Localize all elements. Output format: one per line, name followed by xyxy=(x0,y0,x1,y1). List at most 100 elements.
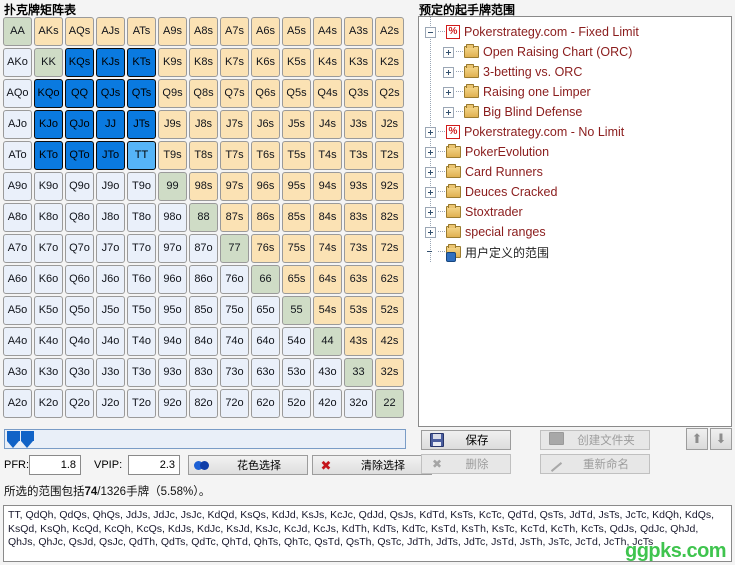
hand-cell-q9o[interactable]: Q9o xyxy=(65,172,94,201)
hand-cell-85o[interactable]: 85o xyxy=(189,296,218,325)
hand-cell-aa[interactable]: AA xyxy=(3,17,32,46)
hand-cell-63s[interactable]: 63s xyxy=(344,265,373,294)
tree-item-8[interactable]: Deuces Cracked xyxy=(425,182,731,202)
hand-cell-76o[interactable]: 76o xyxy=(220,265,249,294)
hand-cell-j7o[interactable]: J7o xyxy=(96,234,125,263)
hand-cell-j7s[interactable]: J7s xyxy=(220,110,249,139)
tree-item-6[interactable]: PokerEvolution xyxy=(425,142,731,162)
hand-cell-t4o[interactable]: T4o xyxy=(127,327,156,356)
hand-cell-52s[interactable]: 52s xyxy=(375,296,404,325)
hand-cell-82o[interactable]: 82o xyxy=(189,389,218,418)
tree-item-11[interactable]: 用户定义的范围 xyxy=(425,242,731,262)
hand-cell-88[interactable]: 88 xyxy=(189,203,218,232)
hand-cell-a9o[interactable]: A9o xyxy=(3,172,32,201)
hand-cell-83s[interactable]: 83s xyxy=(344,203,373,232)
hand-cell-j2o[interactable]: J2o xyxy=(96,389,125,418)
hand-cell-54o[interactable]: 54o xyxy=(282,327,311,356)
hand-cell-65o[interactable]: 65o xyxy=(251,296,280,325)
hand-cell-97s[interactable]: 97s xyxy=(220,172,249,201)
hand-cell-q4s[interactable]: Q4s xyxy=(313,79,342,108)
hand-cell-q3o[interactable]: Q3o xyxy=(65,358,94,387)
hand-cell-q5s[interactable]: Q5s xyxy=(282,79,311,108)
hand-cell-kjs[interactable]: KJs xyxy=(96,48,125,77)
hand-cell-95s[interactable]: 95s xyxy=(282,172,311,201)
vpip-input[interactable]: 2.3 xyxy=(128,455,180,475)
hand-cell-k2o[interactable]: K2o xyxy=(34,389,63,418)
tree-item-3[interactable]: Raising one Limper xyxy=(425,82,731,102)
move-up-button[interactable]: ⬆ xyxy=(686,428,708,450)
hand-cell-t8s[interactable]: T8s xyxy=(189,141,218,170)
hand-cell-aqo[interactable]: AQo xyxy=(3,79,32,108)
hand-cell-j4o[interactable]: J4o xyxy=(96,327,125,356)
hand-cell-94o[interactable]: 94o xyxy=(158,327,187,356)
hand-cell-aks[interactable]: AKs xyxy=(34,17,63,46)
hand-cell-k3s[interactable]: K3s xyxy=(344,48,373,77)
tree-item-1[interactable]: Open Raising Chart (ORC) xyxy=(425,42,731,62)
hand-cell-a6o[interactable]: A6o xyxy=(3,265,32,294)
hand-cell-ajo[interactable]: AJo xyxy=(3,110,32,139)
hand-cell-k9s[interactable]: K9s xyxy=(158,48,187,77)
hand-cell-99[interactable]: 99 xyxy=(158,172,187,201)
hand-cell-k3o[interactable]: K3o xyxy=(34,358,63,387)
hand-cell-92o[interactable]: 92o xyxy=(158,389,187,418)
expand-icon[interactable] xyxy=(443,46,454,58)
hand-cell-a4s[interactable]: A4s xyxy=(313,17,342,46)
hand-cell-74s[interactable]: 74s xyxy=(313,234,342,263)
hand-cell-53o[interactable]: 53o xyxy=(282,358,311,387)
hand-cell-k8s[interactable]: K8s xyxy=(189,48,218,77)
hand-cell-ato[interactable]: ATo xyxy=(3,141,32,170)
hand-cell-j8s[interactable]: J8s xyxy=(189,110,218,139)
hand-cell-a4o[interactable]: A4o xyxy=(3,327,32,356)
hand-cell-qto[interactable]: QTo xyxy=(65,141,94,170)
hand-cell-32o[interactable]: 32o xyxy=(344,389,373,418)
hand-cell-tt[interactable]: TT xyxy=(127,141,156,170)
hand-cell-k4s[interactable]: K4s xyxy=(313,48,342,77)
hand-cell-33[interactable]: 33 xyxy=(344,358,373,387)
hand-cell-qq[interactable]: QQ xyxy=(65,79,94,108)
hand-cell-63o[interactable]: 63o xyxy=(251,358,280,387)
hand-cell-q7s[interactable]: Q7s xyxy=(220,79,249,108)
hand-cell-k7s[interactable]: K7s xyxy=(220,48,249,77)
hand-cell-54s[interactable]: 54s xyxy=(313,296,342,325)
hand-cell-a2s[interactable]: A2s xyxy=(375,17,404,46)
hand-cell-72s[interactable]: 72s xyxy=(375,234,404,263)
clear-select-button[interactable]: ✖ 清除选择 xyxy=(312,455,432,475)
hand-cell-94s[interactable]: 94s xyxy=(313,172,342,201)
hand-cell-43o[interactable]: 43o xyxy=(313,358,342,387)
hand-cell-k6o[interactable]: K6o xyxy=(34,265,63,294)
hand-cell-73o[interactable]: 73o xyxy=(220,358,249,387)
slider-handle-right[interactable] xyxy=(21,431,34,448)
hand-cell-t5s[interactable]: T5s xyxy=(282,141,311,170)
hand-cell-43s[interactable]: 43s xyxy=(344,327,373,356)
hand-cell-kjo[interactable]: KJo xyxy=(34,110,63,139)
hand-cell-76s[interactable]: 76s xyxy=(251,234,280,263)
hand-cell-75o[interactable]: 75o xyxy=(220,296,249,325)
hand-cell-jts[interactable]: JTs xyxy=(127,110,156,139)
hand-cell-a7o[interactable]: A7o xyxy=(3,234,32,263)
hand-cell-32s[interactable]: 32s xyxy=(375,358,404,387)
collapse-icon[interactable] xyxy=(425,26,436,38)
hand-cell-j5s[interactable]: J5s xyxy=(282,110,311,139)
hand-cell-j4s[interactable]: J4s xyxy=(313,110,342,139)
new-folder-button[interactable]: 创建文件夹 xyxy=(540,430,650,450)
tree-item-10[interactable]: special ranges xyxy=(425,222,731,242)
slider-handles[interactable] xyxy=(7,431,35,448)
expand-icon[interactable] xyxy=(425,146,436,158)
hand-list-textarea[interactable]: TT, QdQh, QdQs, QhQs, JdJs, JdJc, JsJc, … xyxy=(3,505,732,562)
hand-cell-k8o[interactable]: K8o xyxy=(34,203,63,232)
hand-cell-74o[interactable]: 74o xyxy=(220,327,249,356)
hand-cell-ako[interactable]: AKo xyxy=(3,48,32,77)
hand-cell-98s[interactable]: 98s xyxy=(189,172,218,201)
expand-icon[interactable] xyxy=(425,126,436,138)
hand-cell-65s[interactable]: 65s xyxy=(282,265,311,294)
hand-cell-62o[interactable]: 62o xyxy=(251,389,280,418)
expand-icon[interactable] xyxy=(425,166,436,178)
hand-cell-72o[interactable]: 72o xyxy=(220,389,249,418)
hand-cell-t7s[interactable]: T7s xyxy=(220,141,249,170)
hand-cell-64s[interactable]: 64s xyxy=(313,265,342,294)
hand-cell-77[interactable]: 77 xyxy=(220,234,249,263)
hand-cell-96s[interactable]: 96s xyxy=(251,172,280,201)
hand-cell-a7s[interactable]: A7s xyxy=(220,17,249,46)
hand-cell-q4o[interactable]: Q4o xyxy=(65,327,94,356)
hand-cell-qts[interactable]: QTs xyxy=(127,79,156,108)
